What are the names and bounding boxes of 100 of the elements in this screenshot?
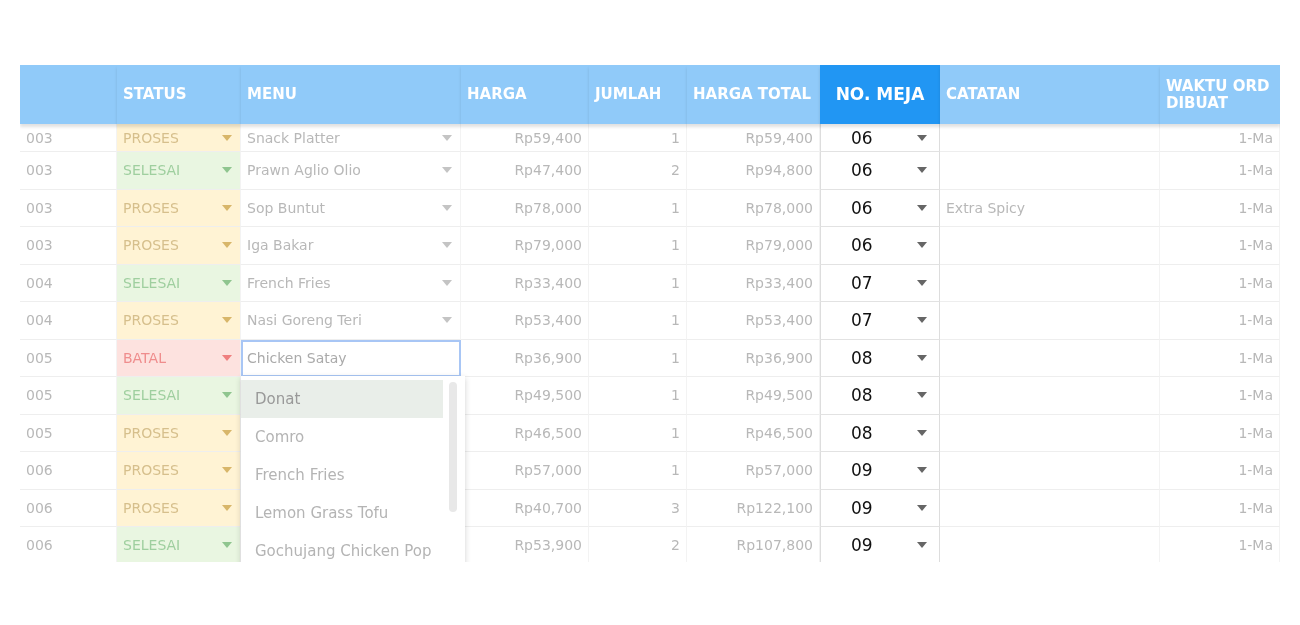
caret-icon [442, 167, 452, 174]
table-dropdown[interactable]: 06 [820, 227, 940, 265]
dropdown-option[interactable]: Gochujang Chicken Pop [241, 532, 443, 562]
table-cell: 1-Ma [1160, 152, 1280, 190]
caret-icon [442, 242, 452, 249]
status-dropdown[interactable]: PROSES [117, 302, 241, 340]
table-dropdown[interactable]: 06 [820, 124, 940, 152]
table-cell: Rp59,400 [461, 124, 589, 152]
table-cell: 1-Ma [1160, 189, 1280, 227]
column-header[interactable]: HARGA TOTAL [687, 65, 820, 124]
caret-icon [917, 392, 927, 399]
caret-icon [917, 204, 927, 211]
caret-icon [222, 279, 232, 286]
table-cell: 1 [589, 414, 687, 452]
menu-dropdown[interactable]: Nasi Goreng Teri [241, 302, 461, 340]
menu-dropdown[interactable]: French Fries [241, 264, 461, 302]
table-dropdown[interactable]: 07 [820, 302, 940, 340]
status-dropdown[interactable]: SELESAI [117, 377, 241, 415]
caret-icon [222, 392, 232, 399]
caret-icon [917, 467, 927, 474]
table-cell: Rp78,000 [687, 189, 820, 227]
caret-icon [222, 429, 232, 436]
caret-icon [917, 354, 927, 361]
status-dropdown[interactable]: PROSES [117, 227, 241, 265]
table-dropdown[interactable]: 08 [820, 377, 940, 415]
table-dropdown[interactable]: 08 [820, 339, 940, 377]
dropdown-option[interactable]: Comro [241, 418, 443, 456]
table-cell: Rp33,400 [687, 264, 820, 302]
table-dropdown[interactable]: 09 [820, 452, 940, 490]
column-header[interactable]: MENU [241, 65, 461, 124]
table-dropdown[interactable]: 06 [820, 189, 940, 227]
caret-icon [222, 242, 232, 249]
table-cell: 1-Ma [1160, 124, 1280, 152]
table-cell: 1 [589, 124, 687, 152]
table-cell: 1 [589, 264, 687, 302]
table-dropdown[interactable]: 07 [820, 264, 940, 302]
status-dropdown[interactable]: PROSES [117, 489, 241, 527]
table-cell: Rp49,500 [687, 377, 820, 415]
menu-dropdown[interactable]: Sop Buntut [241, 189, 461, 227]
dropdown-option[interactable]: Donat [241, 380, 443, 418]
table-cell: Rp59,400 [687, 124, 820, 152]
caret-icon [222, 354, 232, 361]
status-dropdown[interactable]: PROSES [117, 189, 241, 227]
menu-dropdown[interactable]: Snack Platter [241, 124, 461, 152]
column-header[interactable]: JUMLAH [589, 65, 687, 124]
table-dropdown[interactable]: 06 [820, 152, 940, 190]
menu-dropdown[interactable]: Prawn Aglio Olio [241, 152, 461, 190]
caret-icon [442, 204, 452, 211]
column-header[interactable]: WAKTU ORD DIBUAT [1160, 65, 1280, 124]
table-cell: 1-Ma [1160, 489, 1280, 527]
table-cell: Rp53,400 [461, 302, 589, 340]
caret-icon [222, 204, 232, 211]
table-cell: 2 [589, 152, 687, 190]
table-cell: Rp36,900 [461, 339, 589, 377]
table-dropdown[interactable]: 09 [820, 527, 940, 562]
table-cell: 1-Ma [1160, 452, 1280, 490]
dropdown-option[interactable]: Lemon Grass Tofu [241, 494, 443, 532]
status-dropdown[interactable]: PROSES [117, 452, 241, 490]
column-header[interactable] [20, 65, 117, 124]
table-cell: 1-Ma [1160, 414, 1280, 452]
table-cell: Rp122,100 [687, 489, 820, 527]
menu-input-field[interactable]: Chicken Satay [241, 339, 461, 377]
table-dropdown[interactable]: 08 [820, 414, 940, 452]
status-dropdown[interactable]: SELESAI [117, 264, 241, 302]
caret-icon [442, 134, 452, 141]
table-cell: Rp33,400 [461, 264, 589, 302]
table-cell: 1 [589, 452, 687, 490]
table-cell: Extra Spicy [940, 189, 1160, 227]
table-cell: Rp53,400 [687, 302, 820, 340]
status-dropdown[interactable]: SELESAI [117, 152, 241, 190]
caret-icon [442, 317, 452, 324]
column-header[interactable]: NO. MEJA [820, 65, 940, 124]
status-dropdown[interactable]: SELESAI [117, 527, 241, 562]
table-cell: 1 [589, 377, 687, 415]
column-header[interactable]: HARGA [461, 65, 589, 124]
caret-icon [222, 134, 232, 141]
table-cell: Rp78,000 [461, 189, 589, 227]
column-header[interactable]: CATATAN [940, 65, 1160, 124]
menu-dropdown[interactable]: Iga Bakar [241, 227, 461, 265]
dropdown-option[interactable]: French Fries [241, 456, 443, 494]
status-dropdown[interactable]: PROSES [117, 414, 241, 452]
caret-icon [442, 279, 452, 286]
table-cell: Rp94,800 [687, 152, 820, 190]
table-cell: 1-Ma [1160, 227, 1280, 265]
caret-icon [917, 429, 927, 436]
table-cell: 3 [589, 489, 687, 527]
table-cell: Rp79,000 [461, 227, 589, 265]
table-cell: Rp47,400 [461, 152, 589, 190]
table-cell: Rp36,900 [687, 339, 820, 377]
table-cell: 1-Ma [1160, 377, 1280, 415]
table-cell: Rp79,000 [687, 227, 820, 265]
column-header[interactable]: STATUS [117, 65, 241, 124]
table-cell: 1 [589, 339, 687, 377]
status-dropdown[interactable]: PROSES [117, 124, 241, 152]
table-dropdown[interactable]: 09 [820, 489, 940, 527]
caret-icon [222, 467, 232, 474]
status-dropdown[interactable]: BATAL [117, 339, 241, 377]
caret-icon [222, 542, 232, 549]
caret-icon [222, 504, 232, 511]
caret-icon [917, 317, 927, 324]
